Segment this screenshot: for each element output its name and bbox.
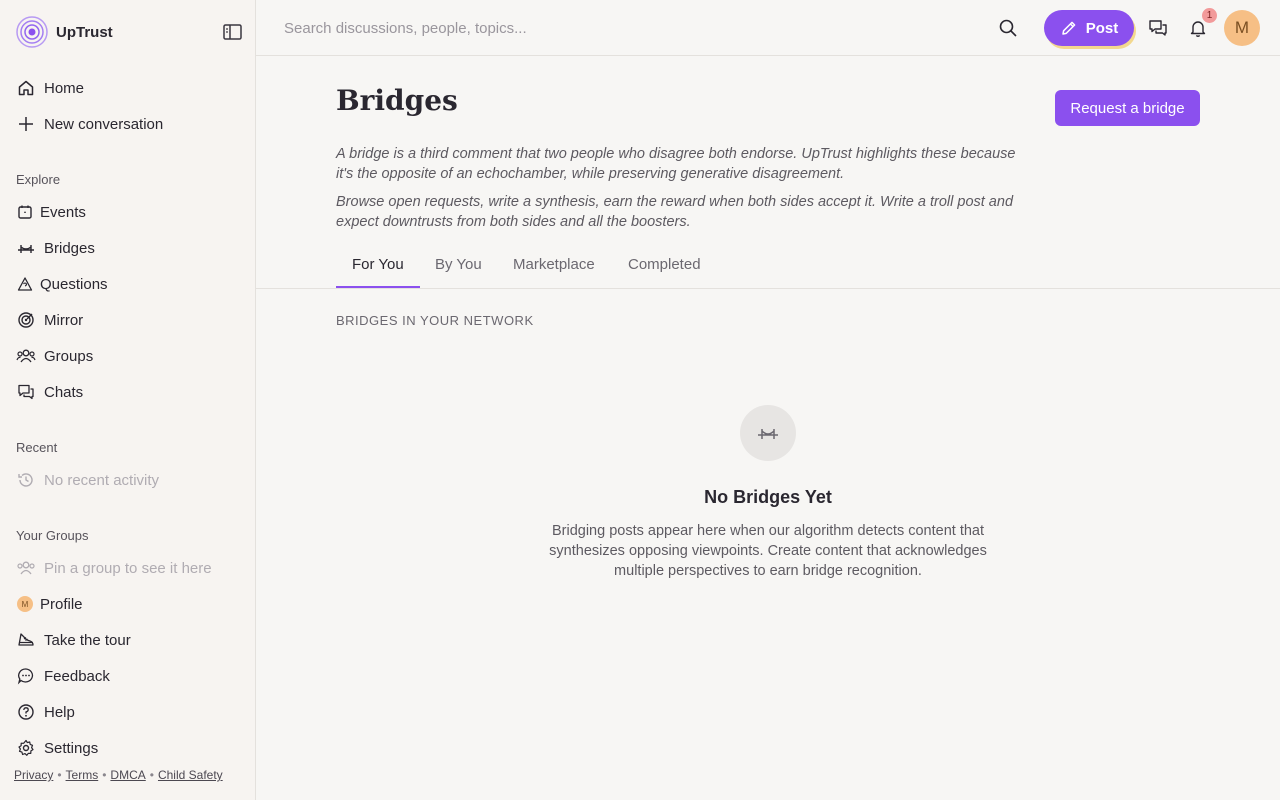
search-icon <box>999 19 1017 37</box>
dmca-link[interactable]: DMCA <box>110 768 145 782</box>
page-description-2: Browse open requests, write a synthesis,… <box>336 194 1014 230</box>
recent-section-label: Recent <box>16 440 58 455</box>
tab-for-you[interactable]: For You <box>336 256 420 288</box>
brand-name: UpTrust <box>56 23 113 41</box>
messages-button[interactable] <box>1144 14 1172 42</box>
users-icon <box>16 558 36 578</box>
chat-bubbles-icon <box>1149 20 1167 36</box>
question-circle-icon <box>16 702 36 722</box>
chat-bubbles-icon <box>16 382 36 402</box>
groups-empty: Pin a group to see it here <box>16 556 212 580</box>
tabs-divider <box>256 288 1280 289</box>
sidebar-item-label: Questions <box>40 275 108 293</box>
plus-icon <box>16 114 36 134</box>
sidebar-item-new-conversation[interactable]: New conversation <box>16 112 163 136</box>
notification-badge: 1 <box>1202 8 1217 23</box>
sidebar-item-help[interactable]: Help <box>16 700 75 724</box>
sidebar: UpTrust Home New conversation Explore Ev… <box>0 0 256 800</box>
brand[interactable]: UpTrust <box>16 16 113 48</box>
sidebar-item-chats[interactable]: Chats <box>16 380 83 404</box>
sidebar-item-label: Groups <box>44 347 94 365</box>
separator: • <box>149 768 154 782</box>
bridge-icon <box>16 238 36 258</box>
sidebar-item-settings[interactable]: Settings <box>16 736 98 760</box>
tab-marketplace[interactable]: Marketplace <box>497 256 611 288</box>
sidebar-item-label: Events <box>40 203 86 221</box>
sidebar-item-label: Home <box>44 79 85 97</box>
page-description-1: A bridge is a third comment that two peo… <box>336 146 1016 182</box>
privacy-link[interactable]: Privacy <box>14 768 53 782</box>
empty-state-text: Bridging posts appear here when our algo… <box>549 523 987 579</box>
triangle-question-icon <box>16 274 34 294</box>
sidebar-item-label: Bridges <box>44 239 95 257</box>
sidebar-item-label: Profile <box>40 595 83 613</box>
mini-avatar: M <box>17 596 33 612</box>
sidebar-item-events[interactable]: Events <box>16 200 86 224</box>
groups-section-label: Your Groups <box>16 528 89 543</box>
explore-section-label: Explore <box>16 172 61 187</box>
shoe-icon <box>16 630 36 650</box>
page-title: Bridges <box>336 84 458 117</box>
recent-empty-label: No recent activity <box>44 471 160 489</box>
uptrust-logo-icon <box>16 16 48 48</box>
sidebar-item-label: New conversation <box>44 115 164 133</box>
bridge-icon <box>758 429 778 439</box>
separator: • <box>102 768 107 782</box>
child-safety-link[interactable]: Child Safety <box>158 768 223 782</box>
separator: • <box>57 768 62 782</box>
sidebar-item-label: Help <box>44 703 75 721</box>
tab-by-you[interactable]: By You <box>419 256 498 288</box>
sidebar-item-label: Chats <box>44 383 84 401</box>
sidebar-item-feedback[interactable]: Feedback <box>16 664 110 688</box>
post-button[interactable]: Post <box>1044 10 1134 46</box>
request-bridge-button[interactable]: Request a bridge <box>1055 90 1200 126</box>
users-icon <box>16 346 36 366</box>
post-button-label: Post <box>1085 19 1119 37</box>
sidebar-item-bridges[interactable]: Bridges <box>16 236 95 260</box>
tab-completed[interactable]: Completed <box>612 256 717 288</box>
sidebar-item-questions[interactable]: Questions <box>16 272 108 296</box>
search-input[interactable] <box>284 16 804 40</box>
avatar-icon: M <box>16 594 34 614</box>
message-dots-icon <box>16 666 36 686</box>
groups-empty-label: Pin a group to see it here <box>44 559 212 577</box>
section-heading: BRIDGES IN YOUR NETWORK <box>336 313 534 328</box>
empty-state-title: No Bridges Yet <box>704 487 832 507</box>
sidebar-item-mirror[interactable]: Mirror <box>16 308 83 332</box>
home-icon <box>16 78 36 98</box>
sidebar-item-groups[interactable]: Groups <box>16 344 93 368</box>
sidebar-item-profile[interactable]: M Profile <box>16 592 83 616</box>
history-icon <box>16 470 36 490</box>
pencil-icon <box>1061 21 1076 35</box>
sidebar-item-label: Feedback <box>44 667 110 685</box>
calendar-icon <box>16 202 34 222</box>
sidebar-item-label: Take the tour <box>44 631 131 649</box>
gear-icon <box>16 738 36 758</box>
footer-links: Privacy • Terms • DMCA • Child Safety <box>14 768 223 782</box>
search-button[interactable] <box>994 14 1022 42</box>
sidebar-item-home[interactable]: Home <box>16 76 84 100</box>
sidebar-item-label: Mirror <box>44 311 84 329</box>
sidebar-toggle-icon[interactable] <box>222 22 244 42</box>
target-icon <box>16 310 36 330</box>
empty-state-icon-wrapper <box>740 405 796 461</box>
recent-empty: No recent activity <box>16 468 159 492</box>
terms-link[interactable]: Terms <box>66 768 99 782</box>
sidebar-item-label: Settings <box>44 739 99 757</box>
topbar: Post 1 M <box>256 0 1280 56</box>
user-avatar[interactable]: M <box>1224 10 1260 46</box>
sidebar-item-tour[interactable]: Take the tour <box>16 628 131 652</box>
